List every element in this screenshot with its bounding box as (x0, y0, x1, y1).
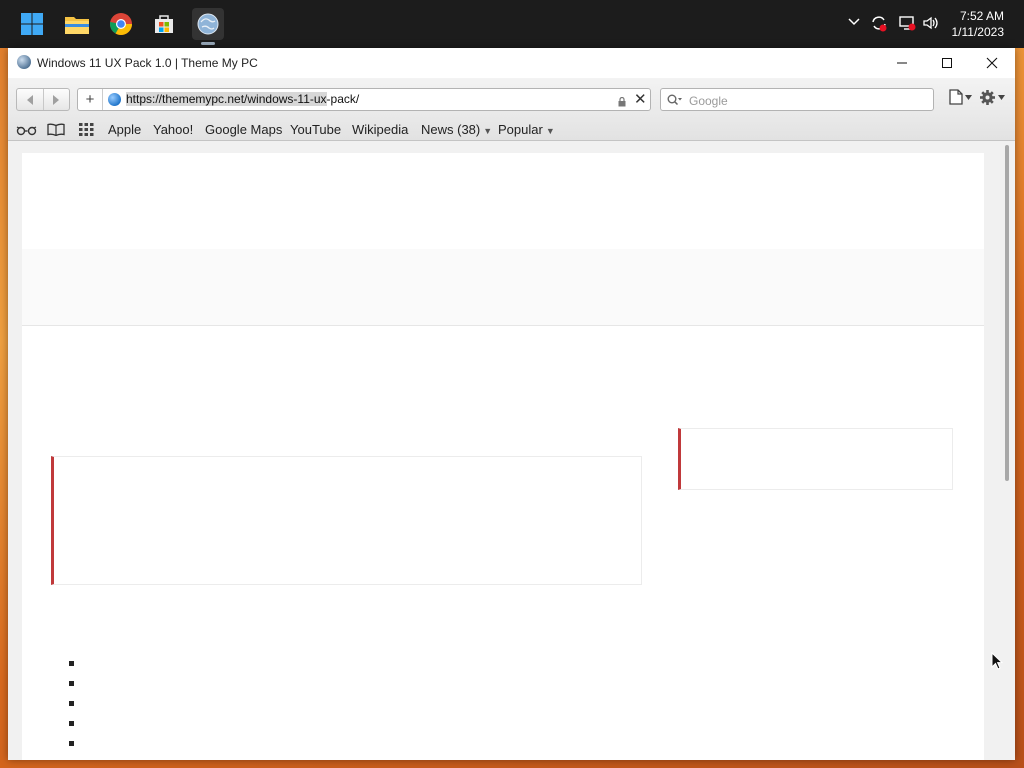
title-bar[interactable]: Windows 11 UX Pack 1.0 | Theme My PC (8, 48, 1015, 78)
system-clock[interactable]: 7:52 AM 1/11/2023 (952, 8, 1005, 40)
search-box[interactable] (660, 88, 934, 111)
navigation-buttons (16, 88, 70, 111)
bookmark-wikipedia[interactable]: Wikipedia (352, 122, 408, 137)
bookmarks-bar: Apple Yahoo! Google Maps YouTube Wikiped… (8, 120, 1015, 141)
list-item-bullet (69, 681, 74, 686)
sidebar-card (678, 428, 953, 490)
vertical-scrollbar[interactable] (1001, 141, 1015, 760)
close-button[interactable] (969, 48, 1015, 78)
window-title: Windows 11 UX Pack 1.0 | Theme My PC (37, 56, 258, 70)
file-explorer-icon[interactable] (61, 8, 93, 40)
settings-menu-button[interactable] (979, 89, 1005, 106)
bookmark-folder-popular-label: Popular (498, 122, 543, 137)
bookmark-folder-news[interactable]: News (38) ▼ (421, 122, 492, 137)
site-navigation-bar (22, 249, 984, 326)
bookmark-google-maps[interactable]: Google Maps (205, 122, 282, 137)
browser-app-icon[interactable] (192, 8, 224, 40)
top-sites-grid-icon[interactable] (79, 123, 94, 141)
forward-button[interactable] (42, 89, 70, 110)
url-selected-text: https://thememypc.net/windows-11-ux (126, 92, 327, 106)
bullet-list (69, 661, 74, 760)
list-item-bullet (69, 661, 74, 666)
site-header (22, 153, 984, 250)
volume-icon[interactable] (922, 14, 940, 37)
list-item-bullet (69, 721, 74, 726)
search-input[interactable] (687, 90, 929, 111)
windows-start-icon[interactable] (16, 8, 48, 40)
taskbar: 7:52 AM 1/11/2023 (0, 0, 1024, 48)
page-icon (949, 89, 963, 105)
site-globe-icon (108, 93, 121, 106)
browser-globe-icon (17, 55, 31, 69)
bookmark-folder-popular[interactable]: Popular ▼ (498, 122, 555, 137)
search-icon[interactable] (667, 93, 683, 111)
web-page (22, 153, 984, 760)
minimize-button[interactable] (879, 48, 925, 78)
microsoft-store-icon[interactable] (148, 8, 180, 40)
content-card (51, 456, 642, 585)
bookmark-folder-news-label: News (38) (421, 122, 481, 137)
reading-list-icon[interactable] (16, 123, 38, 141)
address-bar[interactable]: + https://thememypc.net/windows-11-ux-pa… (77, 88, 651, 111)
active-app-indicator (201, 42, 215, 45)
bookmark-apple[interactable]: Apple (108, 122, 141, 137)
network-icon[interactable] (898, 14, 916, 37)
bookmark-yahoo[interactable]: Yahoo! (153, 122, 193, 137)
list-item-bullet (69, 701, 74, 706)
url-rest-text: -pack/ (326, 92, 360, 106)
browser-window: Windows 11 UX Pack 1.0 | Theme My PC + h… (8, 48, 1015, 760)
sync-icon[interactable] (870, 14, 888, 37)
dropdown-arrow-icon (965, 94, 972, 100)
chevron-up-icon[interactable] (847, 14, 861, 33)
dropdown-arrow-icon: ▼ (483, 126, 493, 136)
dropdown-arrow-icon: ▼ (545, 126, 555, 136)
clock-time: 7:52 AM (959, 9, 1004, 23)
url-text[interactable]: https://thememypc.net/windows-11-ux-pack… (126, 92, 359, 106)
back-button[interactable] (17, 89, 43, 110)
bookmark-youtube[interactable]: YouTube (290, 122, 341, 137)
clock-date: 1/11/2023 (951, 25, 1005, 39)
lock-icon (618, 94, 626, 107)
stop-loading-icon[interactable]: ✕ (634, 90, 647, 108)
dropdown-arrow-icon (998, 95, 1005, 100)
page-menu-button[interactable] (949, 89, 972, 105)
mouse-cursor-icon (991, 651, 1004, 675)
add-bookmark-button[interactable]: + (78, 89, 103, 110)
web-content-viewport[interactable] (8, 141, 1015, 760)
chrome-icon[interactable] (105, 8, 137, 40)
bookmarks-book-icon[interactable] (47, 123, 65, 141)
maximize-button[interactable] (924, 48, 970, 78)
gear-icon (980, 90, 995, 105)
list-item-bullet (69, 741, 74, 746)
scrollbar-thumb[interactable] (1005, 145, 1009, 481)
browser-toolbar: + https://thememypc.net/windows-11-ux-pa… (8, 78, 1015, 120)
